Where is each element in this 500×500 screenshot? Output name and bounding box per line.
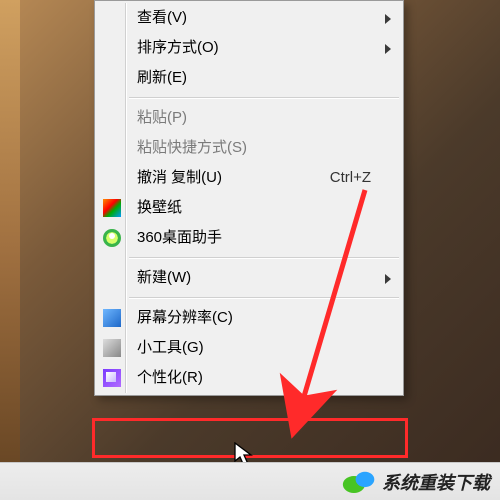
- menu-label: 查看(V): [137, 9, 187, 26]
- menu-item-change-wallpaper[interactable]: 换壁纸: [97, 193, 401, 223]
- submenu-arrow-icon: [385, 14, 391, 24]
- desktop-context-menu: 查看(V) 排序方式(O) 刷新(E) 粘贴(P) 粘贴快捷方式(S) 撤消 复…: [94, 0, 404, 396]
- menu-separator: [129, 297, 399, 299]
- menu-label: 刷新(E): [137, 69, 187, 86]
- menu-label: 360桌面助手: [137, 229, 222, 246]
- menu-label: 排序方式(O): [137, 39, 219, 56]
- menu-item-sort-by[interactable]: 排序方式(O): [97, 33, 401, 63]
- menu-item-paste[interactable]: 粘贴(P): [97, 103, 401, 133]
- submenu-arrow-icon: [385, 44, 391, 54]
- menu-item-undo[interactable]: 撤消 复制(U) Ctrl+Z: [97, 163, 401, 193]
- menu-label: 屏幕分辨率(C): [137, 309, 233, 326]
- menu-label: 个性化(R): [137, 369, 203, 386]
- menu-label: 粘贴快捷方式(S): [137, 139, 247, 156]
- menu-label: 粘贴(P): [137, 109, 187, 126]
- 360-icon: [103, 229, 121, 247]
- menu-item-new[interactable]: 新建(W): [97, 263, 401, 293]
- menu-item-360-desktop-helper[interactable]: 360桌面助手: [97, 223, 401, 253]
- footer-logo-icon: [342, 469, 376, 495]
- menu-label: 换壁纸: [137, 199, 182, 216]
- menu-item-personalize[interactable]: 个性化(R): [97, 363, 401, 393]
- menu-label: 小工具(G): [137, 339, 204, 356]
- menu-separator: [129, 97, 399, 99]
- menu-separator: [129, 257, 399, 259]
- menu-item-refresh[interactable]: 刷新(E): [97, 63, 401, 93]
- footer-text: 系统重装下载: [382, 469, 490, 495]
- wallpaper-icon: [103, 199, 121, 217]
- menu-shortcut: Ctrl+Z: [330, 163, 371, 193]
- monitor-icon: [103, 309, 121, 327]
- annotation-highlight-box: [92, 418, 408, 458]
- submenu-arrow-icon: [385, 274, 391, 284]
- menu-item-gadgets[interactable]: 小工具(G): [97, 333, 401, 363]
- page-footer: 系统重装下载: [0, 462, 500, 500]
- personalize-icon: [103, 369, 121, 387]
- menu-label: 新建(W): [137, 269, 191, 286]
- menu-item-view[interactable]: 查看(V): [97, 3, 401, 33]
- menu-label: 撤消 复制(U): [137, 169, 222, 186]
- gadget-icon: [103, 339, 121, 357]
- menu-item-screen-resolution[interactable]: 屏幕分辨率(C): [97, 303, 401, 333]
- menu-item-paste-shortcut[interactable]: 粘贴快捷方式(S): [97, 133, 401, 163]
- desktop-background[interactable]: [0, 0, 20, 500]
